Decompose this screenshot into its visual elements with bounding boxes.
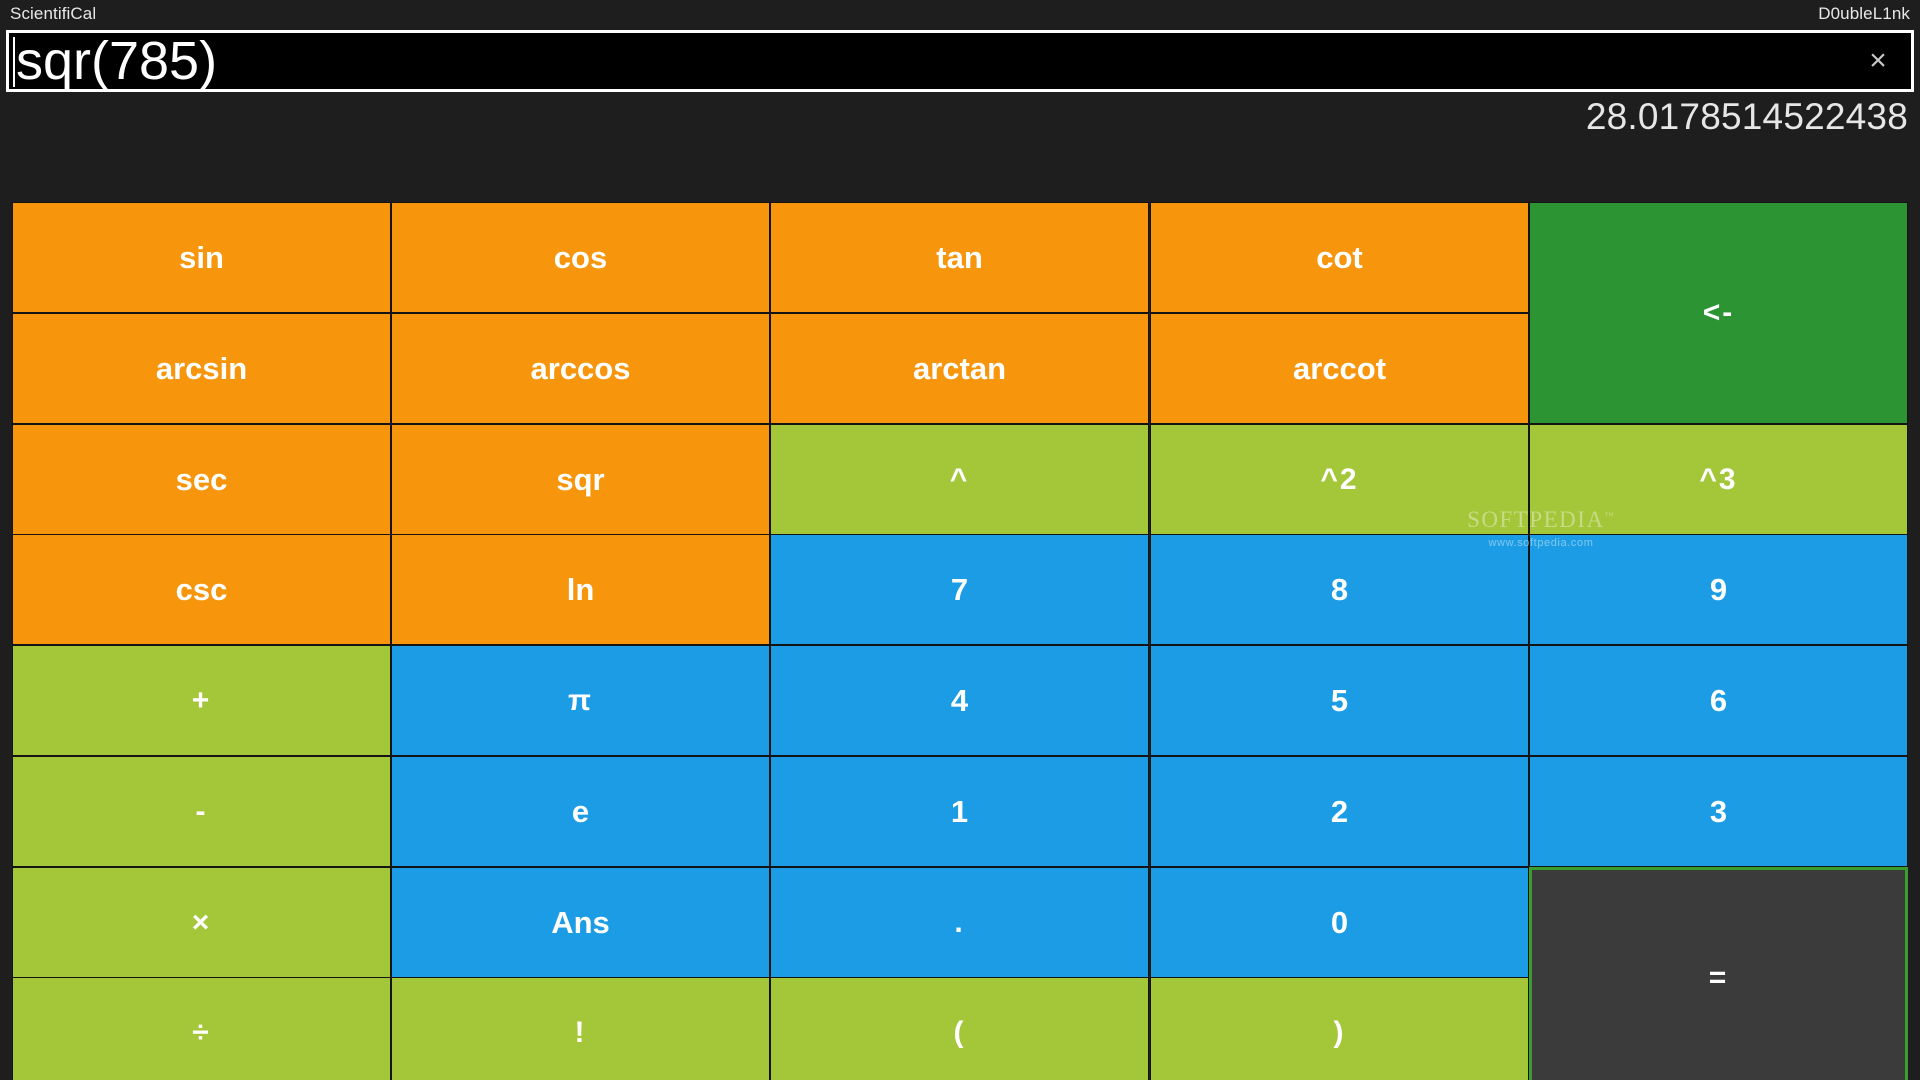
key-3[interactable]: 3 [1529, 756, 1908, 867]
key-open-paren[interactable]: ( [770, 977, 1149, 1080]
key-9[interactable]: 9 [1529, 534, 1908, 645]
key-5[interactable]: 5 [1150, 645, 1529, 756]
key-csc[interactable]: csc [12, 534, 391, 645]
titlebar: ScientifiCal D0ubleL1nk [0, 0, 1920, 28]
key-tan[interactable]: tan [770, 202, 1149, 313]
text-caret [13, 37, 15, 87]
key-pi[interactable]: π [391, 645, 770, 756]
key-e[interactable]: e [391, 756, 770, 867]
key-0[interactable]: 0 [1150, 867, 1529, 978]
key-multiply[interactable]: × [12, 867, 391, 978]
key-ans[interactable]: Ans [391, 867, 770, 978]
key-close-paren[interactable]: ) [1150, 977, 1529, 1080]
key-minus[interactable]: - [12, 756, 391, 867]
key-cot[interactable]: cot [1150, 202, 1529, 313]
key-arctan[interactable]: arctan [770, 313, 1149, 424]
key-cos[interactable]: cos [391, 202, 770, 313]
key-decimal[interactable]: . [770, 867, 1149, 978]
app-title: ScientifiCal [10, 4, 97, 23]
author-label: D0ubleL1nk [1818, 4, 1910, 23]
key-arccot[interactable]: arccot [1150, 313, 1529, 424]
key-backspace[interactable]: <- [1529, 202, 1908, 424]
key-6[interactable]: 6 [1529, 645, 1908, 756]
key-1[interactable]: 1 [770, 756, 1149, 867]
key-ln[interactable]: ln [391, 534, 770, 645]
close-icon[interactable]: × [1861, 44, 1895, 78]
scientific-calculator-window: ScientifiCal D0ubleL1nk sqr(785) × 28.01… [0, 0, 1920, 1080]
key-plus[interactable]: + [12, 645, 391, 756]
key-factorial[interactable]: ! [391, 977, 770, 1080]
key-arccos[interactable]: arccos [391, 313, 770, 424]
key-power[interactable]: ^ [770, 424, 1149, 535]
key-sec[interactable]: sec [12, 424, 391, 535]
key-cube[interactable]: ^3 [1529, 424, 1908, 535]
key-7[interactable]: 7 [770, 534, 1149, 645]
key-8[interactable]: 8 [1150, 534, 1529, 645]
keypad-grid: sin cos tan cot <- arcsin arccos arctan arccot se… [12, 202, 1908, 1080]
key-equals[interactable]: = [1529, 867, 1908, 1080]
key-arcsin[interactable]: arcsin [12, 313, 391, 424]
key-4[interactable]: 4 [770, 645, 1149, 756]
key-sqr[interactable]: sqr [391, 424, 770, 535]
key-square[interactable]: ^2 [1150, 424, 1529, 535]
key-sin[interactable]: sin [12, 202, 391, 313]
result-display: 28.0178514522438 [1585, 96, 1908, 137]
key-divide[interactable]: ÷ [12, 977, 391, 1080]
expression-text: sqr(785) [16, 31, 218, 91]
expression-input[interactable]: sqr(785) × [6, 30, 1914, 92]
key-2[interactable]: 2 [1150, 756, 1529, 867]
